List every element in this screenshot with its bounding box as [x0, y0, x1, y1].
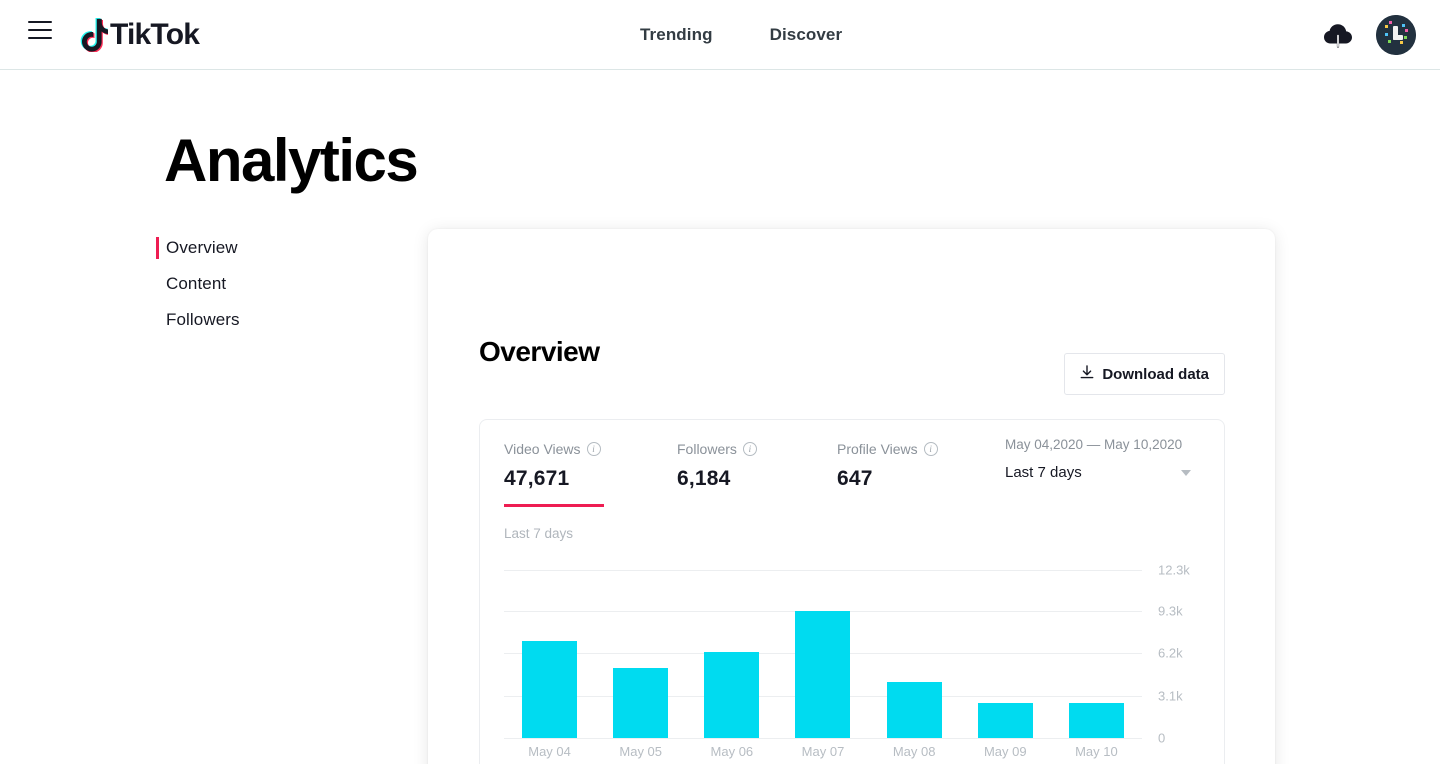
hamburger-bar	[28, 37, 52, 39]
info-icon[interactable]: i	[923, 442, 938, 456]
metric-profile-views[interactable]: Profile Views i 647	[837, 440, 938, 491]
chart-gridline	[504, 738, 1142, 739]
download-icon	[1080, 364, 1094, 384]
hamburger-menu-icon[interactable]	[28, 21, 52, 39]
nav-link-discover[interactable]: Discover	[770, 25, 843, 45]
chart-bars	[504, 570, 1142, 738]
header-actions	[1322, 0, 1416, 70]
sidebar-item-label: Content	[166, 274, 227, 293]
chart-bar[interactable]	[795, 610, 851, 738]
chart-x-tick-label: May 07	[801, 744, 845, 759]
chart-x-tick-label: May 04	[528, 744, 571, 759]
chart-bar-column[interactable]	[595, 570, 686, 738]
metric-value: 6,184	[677, 467, 731, 490]
chart-bar-column[interactable]	[777, 570, 868, 738]
date-range-selected-label: Last 7 days	[1005, 464, 1082, 481]
nav-link-trending[interactable]: Trending	[640, 25, 713, 45]
metrics-chart-panel: Video Views i 47,671 Followers i 6,184 P…	[479, 419, 1225, 764]
chart-bar[interactable]	[704, 651, 760, 738]
tiktok-note-icon	[78, 18, 110, 53]
download-data-label: Download data	[1102, 365, 1209, 383]
chart-y-tick-label: 6.2k	[1158, 645, 1183, 661]
sidebar-item-label: Overview	[166, 238, 238, 257]
overview-card: Overview Download data Video Views i 47,…	[428, 229, 1275, 764]
metric-label: Profile Views	[837, 441, 918, 457]
chart-bar-column[interactable]	[960, 570, 1051, 738]
chart-y-tick-label: 9.3k	[1158, 603, 1183, 619]
tiktok-logo[interactable]: TikTok	[78, 16, 200, 54]
page-body: Analytics Overview Content Followers Ove…	[0, 70, 1440, 764]
views-bar-chart: Last 7 days 0 3.1k 6.2k 9.3k 12.3k May 04 May…	[480, 510, 1224, 764]
page-title: Analytics	[164, 127, 419, 194]
avatar[interactable]	[1376, 15, 1416, 55]
metric-value: 47,671	[504, 467, 570, 490]
app-header: TikTok Trending Discover	[0, 0, 1440, 70]
chart-x-tick-label: May 05	[619, 744, 663, 759]
chart-bar[interactable]	[886, 682, 942, 738]
metric-label-row: Followers i	[677, 440, 757, 458]
date-range-text: May 04,2020 — May 10,2020	[1005, 437, 1183, 452]
sidebar-item-overview[interactable]: Overview	[156, 230, 376, 266]
info-icon[interactable]: i	[586, 442, 601, 456]
chart-y-axis: 0 3.1k 6.2k 9.3k 12.3k	[1158, 563, 1218, 746]
metric-video-views[interactable]: Video Views i 47,671	[504, 440, 604, 507]
cloud-upload-icon[interactable]	[1322, 20, 1354, 50]
metric-label: Video Views	[504, 441, 581, 457]
chart-bar[interactable]	[522, 641, 578, 738]
metric-value: 647	[837, 467, 873, 490]
info-icon[interactable]: i	[742, 442, 757, 456]
chart-x-tick-label: May 06	[710, 744, 754, 759]
metric-label-row: Video Views i	[504, 440, 601, 458]
tiktok-wordmark: TikTok	[110, 18, 200, 51]
date-range-dropdown[interactable]: Last 7 days	[1005, 464, 1191, 481]
header-nav: Trending Discover	[640, 0, 842, 70]
hamburger-bar	[28, 21, 52, 23]
card-title: Overview	[479, 336, 600, 367]
chart-x-tick-label: May 09	[983, 744, 1027, 759]
chart-x-axis: May 04 May 05 May 06 May 07 May 08 May 09 May …	[504, 744, 1142, 759]
sidebar-item-followers[interactable]: Followers	[156, 302, 376, 338]
chart-bar[interactable]	[977, 702, 1033, 738]
download-data-button[interactable]: Download data	[1064, 353, 1225, 395]
chart-bar-column[interactable]	[1051, 570, 1142, 738]
chart-x-tick-label: May 10	[1075, 744, 1118, 759]
chart-y-tick-label: 0	[1158, 730, 1166, 746]
chart-caption: Last 7 days	[504, 526, 574, 541]
chart-bar-column[interactable]	[686, 570, 777, 738]
chart-x-tick-label: May 08	[892, 744, 936, 759]
metric-label: Followers	[677, 441, 737, 457]
analytics-sidebar: Overview Content Followers	[156, 230, 376, 338]
metrics-row: Video Views i 47,671 Followers i 6,184 P…	[480, 420, 1224, 510]
hamburger-bar	[28, 29, 52, 31]
chart-y-tick-label: 3.1k	[1158, 688, 1183, 704]
sidebar-item-content[interactable]: Content	[156, 266, 376, 302]
chart-y-tick-label: 12.3k	[1158, 562, 1190, 578]
chart-bar[interactable]	[1068, 702, 1124, 738]
date-range-selector[interactable]: May 04,2020 — May 10,2020 Last 7 days	[1005, 437, 1205, 481]
metric-label-row: Profile Views i	[837, 440, 938, 458]
chart-bar-column[interactable]	[869, 570, 960, 738]
chart-bar-column[interactable]	[504, 570, 595, 738]
sidebar-item-label: Followers	[166, 310, 240, 329]
chevron-down-icon	[1181, 469, 1191, 476]
metric-followers[interactable]: Followers i 6,184	[677, 440, 757, 491]
chart-bar[interactable]	[613, 668, 669, 738]
